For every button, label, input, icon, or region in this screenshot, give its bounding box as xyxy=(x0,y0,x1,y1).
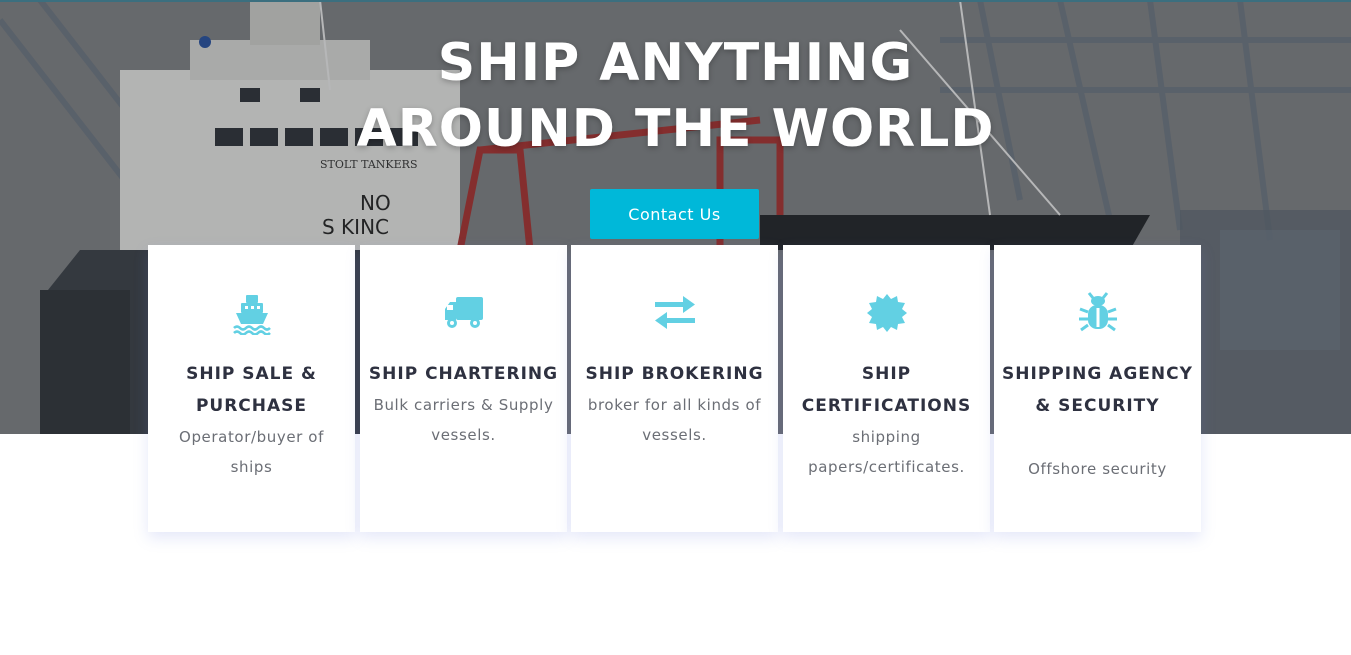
service-description: Offshore security xyxy=(1028,460,1167,478)
certificate-badge-icon xyxy=(783,291,990,335)
service-card-ship-chartering[interactable]: SHIP CHARTERING Bulk carriers & Supply v… xyxy=(360,245,567,532)
top-border xyxy=(0,0,1351,2)
service-title: SHIP CHARTERING xyxy=(368,364,559,384)
bug-icon xyxy=(994,291,1201,335)
contact-us-button[interactable]: Contact Us xyxy=(590,189,759,239)
service-title: SHIPPING AGENCY & SECURITY xyxy=(1002,364,1193,416)
services-cards: SHIP SALE & PURCHASE Operator/buyer of s… xyxy=(148,245,1201,532)
hero-title-line-1: SHIP ANYTHING xyxy=(437,33,914,93)
service-title: SHIP CERTIFICATIONS xyxy=(801,364,972,416)
service-card-ship-certifications[interactable]: SHIP CERTIFICATIONS shipping papers/cert… xyxy=(783,245,990,532)
hero-title: SHIP ANYTHING AROUND THE WORLD xyxy=(0,30,1351,162)
service-card-shipping-agency[interactable]: SHIPPING AGENCY & SECURITY Offshore secu… xyxy=(994,245,1201,532)
service-title: SHIP BROKERING xyxy=(585,364,764,384)
ship-icon xyxy=(148,291,355,335)
hero-title-line-2: AROUND THE WORLD xyxy=(356,99,995,159)
service-card-ship-brokering[interactable]: SHIP BROKERING broker for all kinds of v… xyxy=(571,245,778,532)
truck-icon xyxy=(360,291,567,335)
exchange-arrows-icon xyxy=(571,291,778,335)
service-title: SHIP SALE & PURCHASE xyxy=(186,364,317,416)
service-description: broker for all kinds of vessels. xyxy=(587,396,762,444)
service-description: shipping papers/certificates. xyxy=(808,428,965,476)
service-card-ship-sale[interactable]: SHIP SALE & PURCHASE Operator/buyer of s… xyxy=(148,245,355,532)
service-description: Operator/buyer of ships xyxy=(179,428,324,476)
service-description: Bulk carriers & Supply vessels. xyxy=(373,396,554,444)
